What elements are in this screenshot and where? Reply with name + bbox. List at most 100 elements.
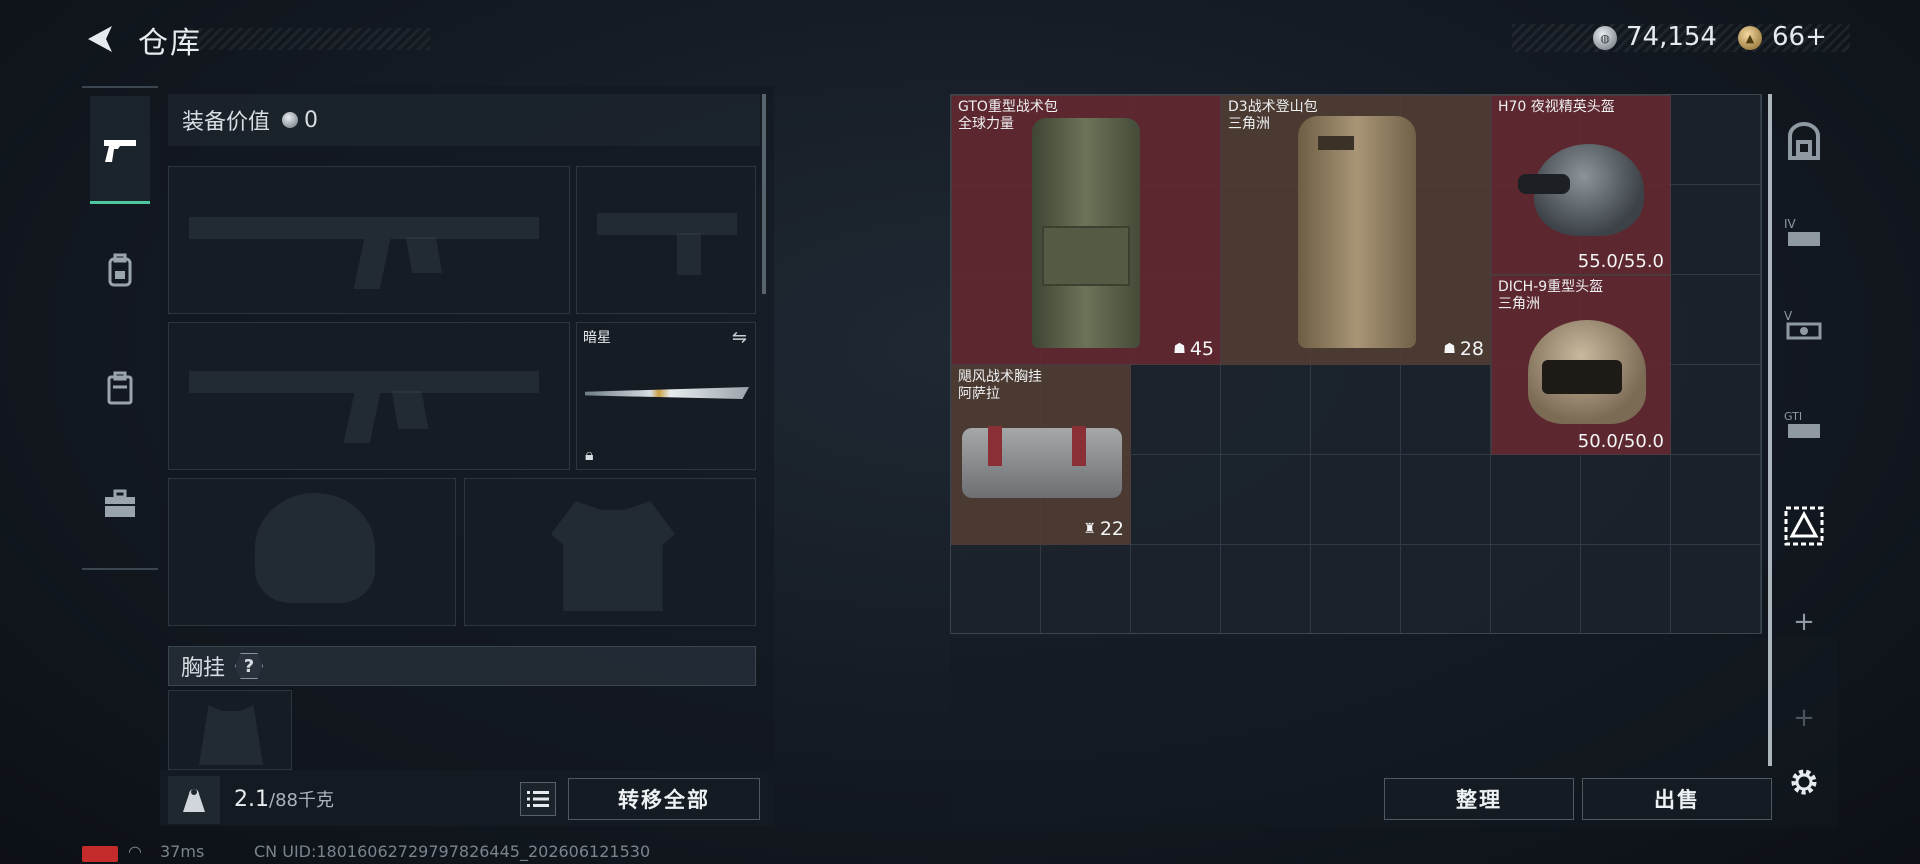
transfer-all-button[interactable]: 转移全部 [568,778,760,820]
weight-icon [168,776,220,824]
organize-button[interactable]: 整理 [1384,778,1574,820]
rifle-mag-shape [391,391,429,429]
rig-strap-red [1072,426,1086,466]
capacity-value: 22 [1099,518,1124,540]
lock-icon: 🔒︎ [585,445,594,464]
wifi-icon: ◠ [128,842,142,861]
stash-box-icon [1788,122,1820,160]
silver-coin-icon [282,112,299,128]
container-iv-icon: IV [1784,217,1820,246]
stash-tab-4[interactable]: IV [1778,208,1830,260]
help-icon[interactable]: ? [235,653,264,679]
back-button[interactable] [82,22,116,56]
sell-button[interactable]: 出售 [1582,778,1772,820]
page-title: 仓库 [138,26,202,61]
knife-image [585,387,749,399]
chest-rig-header: 胸挂 ? [168,646,756,686]
helmet-slot[interactable] [168,478,456,626]
night-vision-goggles [1518,174,1570,194]
pistol-silhouette-icon [597,213,737,235]
helmet-visor [1542,360,1622,394]
container-gti-icon: GTI [1784,410,1820,438]
item-name: H70 夜视精英头盔 [1498,99,1615,115]
gear-icon [1791,769,1817,795]
sidearm-slot[interactable] [576,166,756,314]
backpack-patch [1318,136,1354,150]
triangle-box-icon [1784,506,1824,546]
stash-tab-selected[interactable] [1778,500,1830,552]
stash-item-dich9-helmet[interactable]: DICH-9重型头盔 三角洲 50.0/50.0 [1491,275,1671,455]
stash-grid[interactable]: GTO重型战术包 全球力量 ☗ 45 D3战术登山包 三角洲 ☗ 28 H70 … [950,94,1762,634]
chest-rig-slot[interactable] [168,690,292,770]
rifle-silhouette-icon [189,371,539,393]
stash-item-hurricane-chest-rig[interactable]: 飓风战术胸挂 阿萨拉 ♜ 22 [951,365,1131,545]
container-v-icon: V [1784,309,1822,340]
item-name: DICH-9重型头盔 三角洲 [1498,279,1604,312]
list-view-button[interactable] [520,782,556,816]
tab-backpack[interactable] [90,240,150,300]
item-capacity: ♜ 22 [1083,518,1124,540]
stash-item-d3-backpack[interactable]: D3战术登山包 三角洲 ☗ 28 [1221,95,1491,365]
gold-coin-icon: ▲ [1738,26,1762,50]
back-arrow-icon [88,26,112,52]
item-durability: 55.0/55.0 [1577,251,1664,272]
capacity-text: 2.1/88千克 [234,786,334,812]
chest-rig-image [962,428,1122,498]
ping-text: 37ms [160,842,205,861]
vest-icon [107,371,133,405]
stash-scrollbar[interactable] [1768,94,1772,766]
swap-icon[interactable]: ⇋ [732,327,747,348]
armor-silhouette-icon [551,501,675,611]
rifle-mag-shape [405,237,443,273]
capacity-value: 28 [1459,338,1484,360]
stash-tab-main[interactable] [1778,116,1830,168]
armor-slot[interactable] [464,478,756,626]
item-durability: 50.0/50.0 [1577,431,1664,452]
briefcase-icon [105,489,135,517]
add-stash-tab-button[interactable]: + [1778,596,1830,648]
equipment-value: 0 [304,107,319,133]
rifle-grip-shape [353,239,391,289]
primary-weapon-slot[interactable] [168,166,570,314]
battery-icon [82,846,118,862]
list-icon [527,791,549,807]
rifle-grip-shape [343,393,381,443]
svg-text:V: V [1784,309,1793,323]
melee-slot[interactable]: 暗星 ⇋ 🔒︎ [576,322,756,470]
equipment-value-label: 装备价值 [182,110,271,135]
secondary-weapon-slot[interactable] [168,322,570,470]
pistol-grip-shape [677,233,701,275]
equipment-scrollbar[interactable] [762,94,766,294]
stash-tab-5[interactable]: V [1778,300,1830,352]
pistol-icon [104,139,136,162]
settings-button[interactable] [1778,756,1830,808]
silver-amount: 74,154 [1626,22,1717,52]
chest-rig-silhouette-icon [199,705,263,765]
tab-toolbox[interactable] [90,474,150,534]
gold-amount[interactable]: 66+ [1772,22,1827,52]
item-capacity: ☗ 45 [1173,338,1214,360]
uid-text: CN UID:1801606272979782644​5_20260612153… [254,842,651,861]
stash-item-h70-helmet[interactable]: H70 夜视精英头盔 55.0/55.0 [1491,95,1671,275]
backpack-pouch [1042,226,1130,286]
capacity-max: /88千克 [269,790,334,811]
silver-coin-icon: ◍ [1593,26,1617,50]
capacity-value: 45 [1189,338,1214,360]
tab-weapons[interactable] [90,96,150,204]
backpack-image [1298,116,1416,348]
equipment-value-row: 装备价值 0 [168,94,760,146]
rig-strap-red [988,426,1002,466]
tab-vest[interactable] [90,358,150,418]
add-stash-tab-button-disabled: + [1793,703,1815,733]
svg-text:IV: IV [1784,217,1797,231]
header-decoration [190,28,430,50]
chest-rig-label: 胸挂 [181,656,226,681]
item-name: 飓风战术胸挂 阿萨拉 [958,369,1042,402]
melee-item-name: 暗星 [583,330,611,346]
stash-item-gto-backpack[interactable]: GTO重型战术包 全球力量 ☗ 45 [951,95,1221,365]
rifle-silhouette-icon [189,217,539,239]
ghost-icon: ☗ [1173,341,1186,357]
stash-tab-gti[interactable]: GTI [1778,400,1830,452]
vest-small-icon: ♜ [1083,521,1096,537]
capacity-current: 2.1 [234,787,269,812]
